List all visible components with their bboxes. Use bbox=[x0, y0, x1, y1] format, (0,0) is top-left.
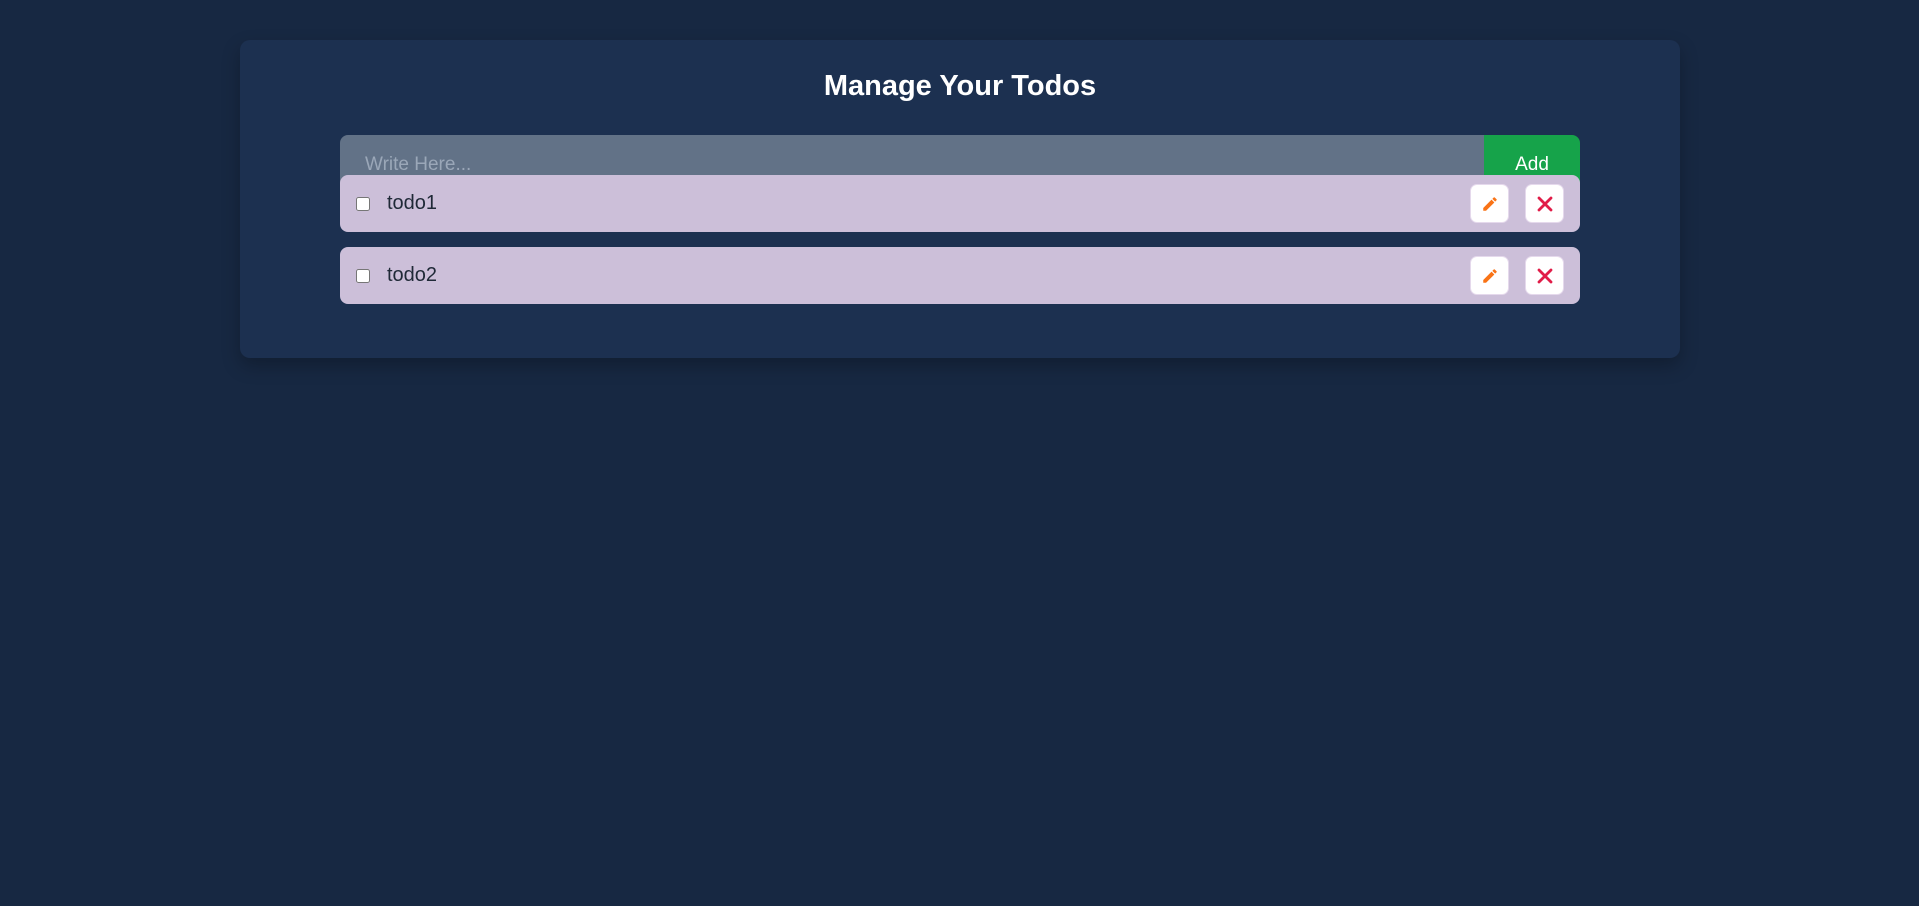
todo-card: Manage Your Todos Add todo1 bbox=[240, 40, 1680, 358]
pencil-icon bbox=[1481, 267, 1499, 285]
pencil-icon bbox=[1481, 195, 1499, 213]
close-icon bbox=[1537, 268, 1553, 284]
todo-list: todo1 todo2 bbox=[340, 175, 1580, 319]
delete-button[interactable] bbox=[1525, 184, 1564, 223]
todo-text: todo2 bbox=[387, 264, 438, 286]
close-icon bbox=[1537, 196, 1553, 212]
todo-item: todo1 bbox=[340, 175, 1580, 232]
delete-button[interactable] bbox=[1525, 256, 1564, 295]
edit-button[interactable] bbox=[1470, 256, 1509, 295]
todo-item: todo2 bbox=[340, 247, 1580, 304]
todo-checkbox[interactable] bbox=[356, 268, 370, 283]
page-title: Manage Your Todos bbox=[823, 70, 1097, 102]
todo-text: todo1 bbox=[387, 192, 438, 214]
edit-button[interactable] bbox=[1470, 184, 1509, 223]
todo-checkbox[interactable] bbox=[356, 196, 370, 211]
